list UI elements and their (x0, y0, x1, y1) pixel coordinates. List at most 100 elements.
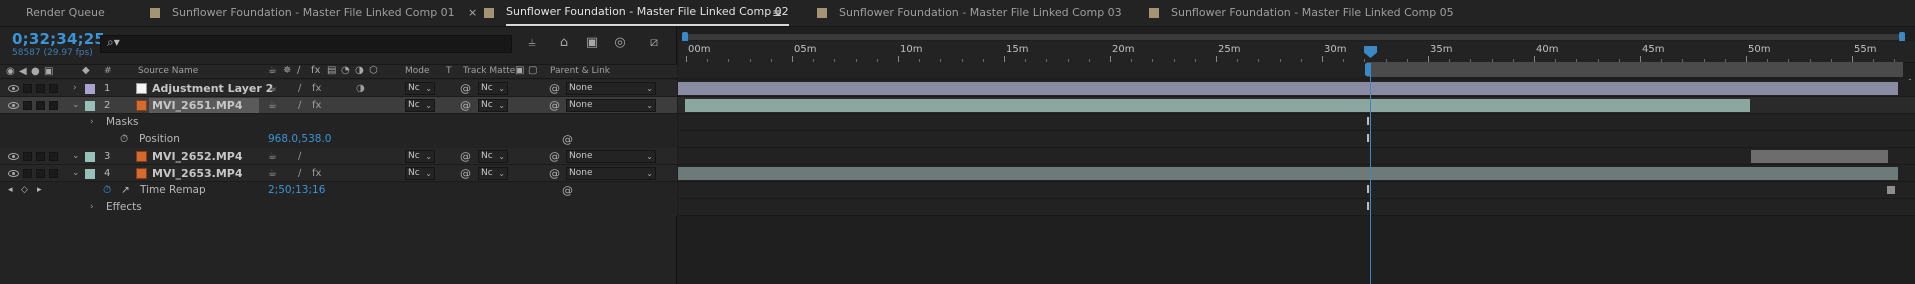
parent-pick-whip-icon[interactable]: @ (549, 80, 560, 97)
layer-duration-bar[interactable] (685, 99, 1750, 112)
audio-toggle[interactable] (23, 84, 32, 93)
layer-name[interactable]: MVI_2652.MP4 (152, 148, 243, 165)
twirl-open-icon[interactable]: ⌄ (72, 97, 80, 114)
quality-icon[interactable]: ∕ (298, 97, 301, 114)
parent-pick-whip-icon[interactable]: @ (549, 97, 560, 114)
parent-pick-whip-icon[interactable]: @ (549, 148, 560, 165)
lock-toggle[interactable] (49, 152, 58, 161)
pick-whip-icon[interactable]: @ (562, 131, 573, 148)
pick-whip-icon[interactable]: @ (460, 165, 471, 182)
fx-icon[interactable]: fx (312, 165, 321, 182)
quality-icon[interactable]: ∕ (298, 165, 301, 182)
layer-name[interactable]: MVI_2653.MP4 (152, 165, 243, 182)
position-property-row[interactable]: ⏱ Position 968.0,538.0 @ (0, 131, 677, 148)
time-remap-value[interactable]: 2;50;13;16 (268, 182, 325, 199)
visibility-eye-icon[interactable] (8, 170, 19, 177)
track-matte-select[interactable]: Nc ⌄ (478, 99, 508, 112)
blend-mode-select[interactable]: Nc ⌄ (405, 150, 435, 163)
draft-3d-icon[interactable]: ⌂ (556, 35, 572, 51)
next-keyframe-icon[interactable]: ▸ (37, 182, 42, 199)
layer-row[interactable]: ⌄ 3 MVI_2652.MP4 ☕ ∕ Nc ⌄ @ Nc ⌄ @ None ⌄ (0, 148, 677, 165)
current-time-indicator-line[interactable] (1370, 63, 1371, 284)
graph-editor-icon[interactable]: ⧄ (646, 35, 662, 51)
fx-icon[interactable]: fx (312, 97, 321, 114)
motion-blur-icon[interactable]: ◎ (612, 35, 628, 51)
shy-icon[interactable]: ☕ (268, 80, 277, 97)
layer-duration-bar[interactable] (678, 82, 1898, 95)
layer-track[interactable] (678, 97, 1915, 114)
layer-row[interactable]: ⌄ 4 MVI_2653.MP4 ☕ ∕ fx Nc ⌄ @ Nc ⌄ @ None… (0, 165, 677, 182)
prev-keyframe-icon[interactable]: ◂ (8, 182, 13, 199)
visibility-eye-icon[interactable] (8, 85, 19, 92)
quality-icon[interactable]: ∕ (298, 148, 301, 165)
lock-toggle[interactable] (49, 169, 58, 178)
pick-whip-icon[interactable]: @ (460, 148, 471, 165)
audio-toggle[interactable] (23, 101, 32, 110)
masks-group-row[interactable]: › Masks (0, 114, 677, 131)
solo-toggle[interactable] (36, 84, 45, 93)
add-keyframe-icon[interactable]: ◇ (21, 182, 28, 199)
composition-mini-flowchart-icon[interactable]: ⫨ (524, 35, 540, 51)
audio-toggle[interactable] (23, 169, 32, 178)
twirl-closed-icon[interactable]: › (90, 114, 94, 131)
track-matte-select[interactable]: Nc ⌄ (478, 167, 508, 180)
close-tab-icon[interactable]: × (468, 0, 477, 26)
stopwatch-active-icon[interactable]: ⏱ (103, 182, 111, 199)
blend-mode-select[interactable]: Nc ⌄ (405, 167, 435, 180)
visibility-eye-icon[interactable] (8, 153, 19, 160)
label-color-swatch[interactable] (85, 169, 95, 179)
layer-duration-bar[interactable] (1751, 150, 1888, 163)
time-ruler[interactable]: 00m 05m 10m 15m 20m 25m 30m 35m 40m 45m 50m 55m (678, 41, 1915, 63)
current-time-display[interactable]: 0;32;34;25 (12, 30, 105, 48)
stopwatch-icon[interactable]: ⏱ (120, 131, 128, 148)
fx-icon[interactable]: fx (312, 80, 321, 97)
shy-icon[interactable]: ☕ (268, 165, 277, 182)
pick-whip-icon[interactable]: @ (460, 97, 471, 114)
layer-track[interactable] (678, 148, 1915, 165)
twirl-open-icon[interactable]: ⌄ (72, 148, 80, 165)
track-matte-select[interactable]: Nc ⌄ (478, 82, 508, 95)
label-color-swatch[interactable] (85, 84, 95, 94)
layer-row-selected[interactable]: ⌄ 2 MVI_2651.MP4 ☕ ∕ fx Nc ⌄ @ Nc ⌄ @ None… (0, 97, 677, 114)
parent-select[interactable]: None ⌄ (566, 150, 656, 163)
audio-toggle[interactable] (23, 152, 32, 161)
layer-search-input[interactable]: ⌕▾ (100, 35, 512, 53)
label-color-swatch[interactable] (85, 152, 95, 162)
hide-shy-layers-icon[interactable]: ▣ (584, 35, 600, 51)
label-color-swatch[interactable] (85, 101, 95, 111)
parent-select[interactable]: None ⌄ (566, 99, 656, 112)
layer-duration-bar[interactable] (678, 167, 1898, 180)
work-area-bar[interactable] (1367, 62, 1903, 77)
blend-mode-select[interactable]: Nc ⌄ (405, 82, 435, 95)
graph-icon[interactable]: ↗ (121, 182, 130, 199)
track-matte-select[interactable]: Nc ⌄ (478, 150, 508, 163)
twirl-open-icon[interactable]: ⌄ (72, 165, 80, 182)
adjustment-layer-switch-icon[interactable]: ◑ (356, 80, 365, 97)
keyframe-marker[interactable] (1887, 186, 1895, 194)
shy-icon[interactable]: ☕ (268, 97, 277, 114)
visibility-eye-icon[interactable] (8, 102, 19, 109)
time-navigator-bar[interactable] (682, 32, 1905, 42)
twirl-closed-icon[interactable]: › (73, 80, 77, 97)
layer-name[interactable]: Adjustment Layer 2 (152, 80, 273, 97)
blend-mode-select[interactable]: Nc ⌄ (405, 99, 435, 112)
col-source-name[interactable]: Source Name (138, 66, 198, 76)
twirl-closed-icon[interactable]: › (90, 199, 94, 216)
layer-row[interactable]: › 1 Adjustment Layer 2 ☕ ∕ fx ◑ Nc ⌄ @ Nc… (0, 80, 677, 97)
lock-toggle[interactable] (49, 84, 58, 93)
position-value[interactable]: 968.0,538.0 (268, 131, 331, 148)
effects-group-row[interactable]: › Effects (0, 199, 677, 216)
panel-menu-icon[interactable]: ≡ (772, 0, 782, 26)
layer-name[interactable]: MVI_2651.MP4 (152, 97, 243, 114)
parent-select[interactable]: None ⌄ (566, 82, 656, 95)
parent-pick-whip-icon[interactable]: @ (549, 165, 560, 182)
layer-track[interactable] (678, 80, 1915, 97)
time-remap-property-row[interactable]: ◂ ◇ ▸ ⏱ ↗ Time Remap 2;50;13;16 @ (0, 182, 677, 199)
pick-whip-icon[interactable]: @ (460, 80, 471, 97)
solo-toggle[interactable] (36, 169, 45, 178)
lock-toggle[interactable] (49, 101, 58, 110)
pick-whip-icon[interactable]: @ (562, 182, 573, 199)
parent-select[interactable]: None ⌄ (566, 167, 656, 180)
layer-track[interactable] (678, 165, 1915, 182)
solo-toggle[interactable] (36, 152, 45, 161)
